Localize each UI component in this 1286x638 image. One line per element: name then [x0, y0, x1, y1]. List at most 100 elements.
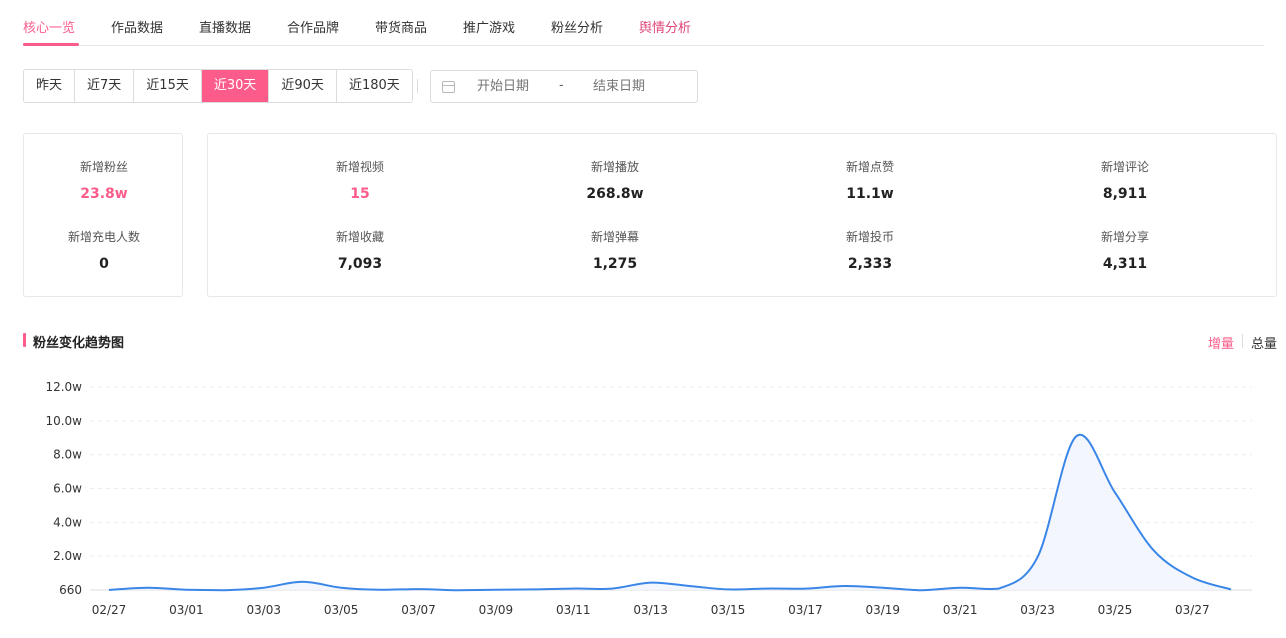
x-tick-label: 03/15 [711, 603, 746, 617]
date-separator: - [559, 78, 564, 93]
stat-new-shares: 新增分享 4,311 [1045, 229, 1205, 273]
stat-label: 新增充电人数 [67, 230, 140, 244]
data-point [997, 587, 1001, 591]
x-tick-label: 03/25 [1098, 603, 1133, 617]
stat-new-danmaku: 新增弹幕 1,275 [535, 229, 695, 273]
date-range-buttons: 昨天 近7天 近15天 近30天 近90天 近180天 [23, 69, 413, 103]
data-point [1152, 548, 1156, 552]
fans-trend-chart: 660 2.0w 4.0w 6.0w 8.0w 10.0w 12.0w 02/27 03/01… [45, 380, 1252, 617]
total-toggle[interactable]: 总量 [1251, 333, 1277, 352]
data-point [919, 588, 923, 592]
data-point [262, 586, 266, 590]
data-point [610, 587, 614, 591]
increment-toggle[interactable]: 增量 [1208, 333, 1234, 352]
stat-value: 268.8w [586, 186, 644, 202]
stat-value: 15 [350, 186, 370, 202]
range-divider [417, 79, 418, 93]
x-tick-label: 03/23 [1020, 603, 1055, 617]
data-point [1229, 587, 1233, 591]
data-point [1036, 555, 1040, 559]
x-tick-label: 03/21 [943, 603, 978, 617]
range-7d-button[interactable]: 近7天 [75, 70, 135, 102]
x-tick-label: 03/05 [324, 603, 359, 617]
stat-new-favorites: 新增收藏 7,093 [280, 229, 440, 273]
x-tick-label: 03/11 [556, 603, 591, 617]
stat-value: 7,093 [337, 256, 383, 272]
tab-games[interactable]: 推广游戏 [463, 17, 515, 36]
data-point [687, 584, 691, 588]
tab-products[interactable]: 带货商品 [375, 17, 427, 36]
stat-label: 新增收藏 [335, 230, 384, 244]
data-point [417, 587, 421, 591]
data-point [378, 588, 382, 592]
stat-value: 2,333 [847, 256, 893, 272]
y-tick-label: 6.0w [53, 482, 82, 496]
x-tick-label: 03/27 [1175, 603, 1210, 617]
stat-value: 0 [99, 256, 109, 272]
stat-new-coins: 新增投币 2,333 [790, 229, 950, 273]
series-area [109, 434, 1231, 591]
stat-label: 新增播放 [590, 160, 639, 174]
data-point [223, 588, 227, 592]
data-point [107, 588, 111, 592]
x-tick-label: 03/19 [865, 603, 900, 617]
nav-tabs: 核心一览 作品数据 直播数据 合作品牌 带货商品 推广游戏 粉丝分析 舆情分析 [23, 0, 1264, 46]
range-yesterday-button[interactable]: 昨天 [24, 70, 76, 102]
y-tick-label: 12.0w [45, 380, 82, 394]
stat-new-comments: 新增评论 8,911 [1045, 159, 1205, 203]
stat-value: 1,275 [592, 256, 638, 272]
stat-new-plays: 新增播放 268.8w [535, 159, 695, 203]
end-date-input[interactable] [593, 79, 663, 94]
tab-overview[interactable]: 核心一览 [23, 17, 75, 36]
stat-label: 新增点赞 [845, 160, 894, 174]
data-point [765, 587, 769, 591]
data-point [803, 587, 807, 591]
data-point [571, 587, 575, 591]
fans-stats-card: 新增粉丝 23.8w 新增充电人数 0 [23, 133, 183, 297]
tab-works-data[interactable]: 作品数据 [111, 17, 163, 36]
x-tick-label: 03/03 [246, 603, 281, 617]
section-accent-bar [23, 333, 26, 347]
start-date-input[interactable] [477, 79, 547, 94]
y-tick-label: 10.0w [45, 414, 82, 428]
data-point [339, 586, 343, 590]
stat-value: 11.1w [846, 186, 894, 202]
date-range-picker[interactable]: - [430, 70, 698, 103]
y-tick-label: 4.0w [53, 515, 82, 529]
active-tab-indicator [23, 43, 79, 46]
y-tick-label: 2.0w [53, 549, 82, 563]
range-15d-button[interactable]: 近15天 [134, 70, 202, 102]
data-point [842, 584, 846, 588]
data-point [455, 588, 459, 592]
tab-sentiment-analysis[interactable]: 舆情分析 [639, 17, 691, 36]
range-180d-button[interactable]: 近180天 [336, 70, 412, 102]
x-tick-label: 03/17 [788, 603, 823, 617]
tab-brands[interactable]: 合作品牌 [287, 17, 339, 36]
range-90d-button[interactable]: 近90天 [269, 70, 337, 102]
stat-label: 新增评论 [1100, 160, 1149, 174]
content-stats-card: 新增视频 15 新增播放 268.8w 新增点赞 11.1w 新增评论 8,91… [207, 133, 1277, 297]
x-tick-label: 03/07 [401, 603, 436, 617]
y-tick-label: 8.0w [53, 448, 82, 462]
x-tick-label: 03/13 [633, 603, 668, 617]
stat-value: 8,911 [1102, 186, 1148, 202]
tab-live-data[interactable]: 直播数据 [199, 17, 251, 36]
stat-label: 新增粉丝 [79, 160, 128, 174]
data-point [300, 580, 304, 584]
stat-label: 新增投币 [845, 230, 894, 244]
data-point [494, 588, 498, 592]
data-point [146, 586, 150, 590]
x-tick-label: 02/27 [92, 603, 127, 617]
data-point [881, 586, 885, 590]
stat-label: 新增视频 [335, 160, 384, 174]
stat-label: 新增分享 [1100, 230, 1149, 244]
data-point [958, 586, 962, 590]
range-30d-button[interactable]: 近30天 [201, 70, 270, 102]
tab-fans-analysis[interactable]: 粉丝分析 [551, 17, 603, 36]
stat-value: 4,311 [1102, 256, 1148, 272]
x-axis-labels: 02/27 03/01 03/03 03/05 03/07 03/09 03/11 03/13… [92, 603, 1210, 617]
toggle-divider [1242, 334, 1243, 348]
data-point [649, 581, 653, 585]
x-tick-label: 03/09 [479, 603, 514, 617]
data-point [1113, 490, 1117, 494]
